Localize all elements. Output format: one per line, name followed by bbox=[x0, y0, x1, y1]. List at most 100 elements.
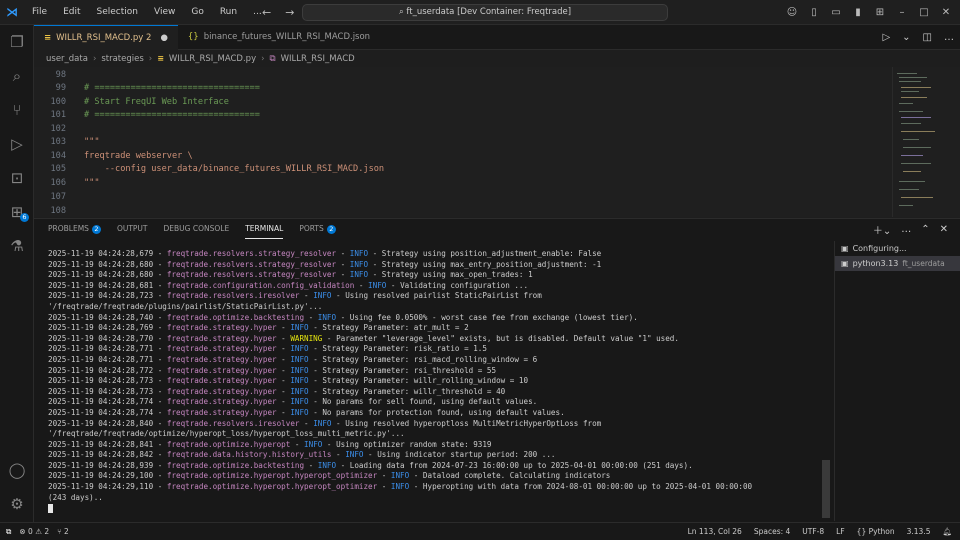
vscode-logo-icon: ⋊ bbox=[6, 5, 18, 19]
terminal-output[interactable]: 2025-11-19 04:24:28,679 - freqtrade.reso… bbox=[48, 249, 820, 517]
chevron-right-icon: › bbox=[92, 53, 97, 64]
status-bar: ⧉ ⊗ 0 ⚠ 2 ⑂ 2 Ln 113, Col 26 Spaces: 4 U… bbox=[0, 522, 960, 540]
breadcrumb-user-data[interactable]: user_data bbox=[46, 54, 88, 64]
breadcrumb-file[interactable]: WILLR_RSI_MACD.py bbox=[169, 54, 256, 64]
tab-problems[interactable]: PROBLEMS 2 bbox=[48, 219, 101, 239]
manage-gear-icon[interactable]: ⚙ bbox=[0, 489, 34, 519]
tab-output[interactable]: OUTPUT bbox=[117, 219, 148, 239]
problems-status[interactable]: ⊗ 0 ⚠ 2 bbox=[19, 527, 49, 536]
extensions-icon[interactable]: ⊞ 6 bbox=[0, 197, 34, 227]
layout-sidebar-right-icon[interactable]: ▮ bbox=[852, 7, 864, 18]
breadcrumb-strategies[interactable]: strategies bbox=[101, 54, 143, 64]
terminal-item-configuring[interactable]: ▣ Configuring... bbox=[835, 241, 960, 256]
nav-arrows: ← → bbox=[262, 0, 294, 25]
testing-icon[interactable]: ⚗ bbox=[0, 231, 34, 261]
extensions-badge: 6 bbox=[20, 213, 29, 222]
layout-panel-bottom-icon[interactable]: ▭ bbox=[830, 7, 842, 18]
explorer-icon[interactable]: ❐ bbox=[0, 27, 34, 57]
menu-edit[interactable]: Edit bbox=[55, 0, 88, 25]
menu-view[interactable]: View bbox=[146, 0, 183, 25]
ports-status[interactable]: ⑂ 2 bbox=[57, 527, 69, 536]
close-icon[interactable]: ✕ bbox=[940, 7, 952, 18]
terminal-list: ▣ Configuring... ▣ python3.13 ft_userdat… bbox=[834, 241, 960, 521]
menu-file[interactable]: File bbox=[24, 0, 55, 25]
python-version[interactable]: 3.13.5 bbox=[907, 527, 931, 536]
account-icon[interactable]: ◯ bbox=[0, 455, 34, 485]
copilot-icon[interactable]: ☺ bbox=[786, 7, 798, 18]
back-arrow-icon[interactable]: ← bbox=[262, 6, 271, 19]
editor-tabs: ≡ WILLR_RSI_MACD.py 2 ● {} binance_futur… bbox=[34, 25, 960, 50]
minimap[interactable] bbox=[892, 67, 960, 217]
close-panel-icon[interactable]: ✕ bbox=[940, 224, 948, 235]
terminal-line: 2025-11-19 04:24:28,723 - freqtrade.reso… bbox=[48, 291, 542, 301]
cursor-position[interactable]: Ln 113, Col 26 bbox=[688, 527, 742, 536]
minimize-icon[interactable]: – bbox=[896, 7, 908, 18]
title-bar: ⋊ File Edit Selection View Go Run ... ← … bbox=[0, 0, 960, 25]
language-mode[interactable]: {} Python bbox=[857, 527, 895, 536]
tab-debug-console[interactable]: DEBUG CONSOLE bbox=[164, 219, 230, 239]
encoding[interactable]: UTF-8 bbox=[802, 527, 824, 536]
maximize-icon[interactable]: □ bbox=[918, 7, 930, 18]
more-actions-icon[interactable]: … bbox=[944, 32, 954, 43]
terminal-line: 2025-11-19 04:24:28,681 - freqtrade.conf… bbox=[48, 280, 529, 290]
search-activity-icon[interactable]: ⌕ bbox=[0, 61, 34, 91]
menu-selection[interactable]: Selection bbox=[89, 0, 146, 25]
status-right: Ln 113, Col 26 Spaces: 4 UTF-8 LF {} Pyt… bbox=[688, 523, 952, 540]
panel-actions: ＋⌄ … ⌃ ✕ bbox=[873, 219, 948, 239]
tab-ports[interactable]: PORTS 2 bbox=[299, 219, 336, 239]
maximize-panel-icon[interactable]: ⌃ bbox=[921, 224, 929, 235]
terminal-line: 2025-11-19 04:24:28,770 - freqtrade.stra… bbox=[48, 333, 679, 343]
customize-layout-icon[interactable]: ⊞ bbox=[874, 7, 886, 18]
breadcrumb-class[interactable]: WILLR_RSI_MACD bbox=[281, 54, 355, 64]
terminal-line: '/freqtrade/freqtrade/optimize/hyperopt_… bbox=[48, 429, 405, 439]
breadcrumb: user_data › strategies › ≡ WILLR_RSI_MAC… bbox=[34, 50, 960, 67]
code-editor[interactable]: 98 99 # ================================ … bbox=[34, 67, 892, 217]
close-tab-icon[interactable]: ● bbox=[160, 26, 167, 51]
new-terminal-icon[interactable]: ＋⌄ bbox=[873, 222, 891, 237]
terminal-cursor bbox=[48, 503, 53, 513]
terminal-line: 2025-11-19 04:24:28,939 - freqtrade.opti… bbox=[48, 460, 693, 470]
terminal-line: '/freqtrade/freqtrade/plugins/pairlist/S… bbox=[48, 301, 323, 311]
run-debug-icon[interactable]: ▷ bbox=[0, 129, 34, 159]
json-file-icon: {} bbox=[187, 32, 199, 42]
tab-willr-rsi-macd-py[interactable]: ≡ WILLR_RSI_MACD.py 2 ● bbox=[34, 25, 178, 50]
end-of-line[interactable]: LF bbox=[836, 527, 845, 536]
notifications-bell-icon[interactable]: 🔔︎ bbox=[942, 527, 952, 536]
run-dropdown-icon[interactable]: ⌄ bbox=[902, 32, 910, 43]
terminal-line: 2025-11-19 04:24:28,773 - freqtrade.stra… bbox=[48, 386, 506, 396]
terminal-line: 2025-11-19 04:24:28,773 - freqtrade.stra… bbox=[48, 376, 529, 386]
source-control-icon[interactable]: ⑂ bbox=[0, 95, 34, 125]
terminal-prompt[interactable] bbox=[48, 503, 820, 514]
terminal-line: 2025-11-19 04:24:28,774 - freqtrade.stra… bbox=[48, 407, 565, 417]
code-line: 101 # ================================ bbox=[50, 110, 260, 120]
menu-run[interactable]: Run bbox=[212, 0, 245, 25]
remote-indicator-icon[interactable]: ⧉ bbox=[6, 527, 11, 537]
command-center-label: ft_userdata [Dev Container: Freqtrade] bbox=[406, 7, 572, 17]
terminal-icon: ▣ bbox=[841, 259, 849, 268]
tab-label: WILLR_RSI_MACD.py 2 bbox=[56, 32, 152, 43]
terminal-line: 2025-11-19 04:24:28,842 - freqtrade.data… bbox=[48, 450, 556, 460]
run-file-icon[interactable]: ▷ bbox=[882, 32, 890, 43]
terminal-line: 2025-11-19 04:24:28,771 - freqtrade.stra… bbox=[48, 354, 538, 364]
tab-terminal[interactable]: TERMINAL bbox=[245, 220, 284, 239]
layout-panel-left-icon[interactable]: ▯ bbox=[808, 7, 820, 18]
terminal-line: 2025-11-19 04:24:28,841 - freqtrade.opti… bbox=[48, 439, 492, 449]
terminal-item-python[interactable]: ▣ python3.13 ft_userdata bbox=[835, 256, 960, 271]
python-file-icon: ≡ bbox=[157, 54, 164, 63]
status-left: ⧉ ⊗ 0 ⚠ 2 ⑂ 2 bbox=[0, 527, 69, 537]
command-center[interactable]: ⌕ ft_userdata [Dev Container: Freqtrade] bbox=[302, 4, 668, 21]
problems-badge: 2 bbox=[91, 224, 101, 234]
menu-go[interactable]: Go bbox=[183, 0, 211, 25]
indentation[interactable]: Spaces: 4 bbox=[754, 527, 790, 536]
terminal-line: 2025-11-19 04:24:28,771 - freqtrade.stra… bbox=[48, 344, 487, 354]
code-line: 100 # Start FreqUI Web Interface bbox=[50, 97, 229, 107]
terminal-scrollbar[interactable] bbox=[822, 460, 830, 518]
split-editor-icon[interactable]: ◫ bbox=[923, 32, 932, 43]
code-line: 106 """ bbox=[50, 178, 100, 188]
more-actions-icon[interactable]: … bbox=[901, 224, 911, 235]
code-line: 103 """ bbox=[50, 137, 100, 147]
tab-binance-json[interactable]: {} binance_futures_WILLR_RSI_MACD.json bbox=[178, 25, 380, 50]
activity-bar: ❐ ⌕ ⑂ ▷ ⊡ ⊞ 6 ⚗ ◯ ⚙ bbox=[0, 25, 34, 522]
remote-explorer-icon[interactable]: ⊡ bbox=[0, 163, 34, 193]
forward-arrow-icon[interactable]: → bbox=[285, 6, 294, 19]
